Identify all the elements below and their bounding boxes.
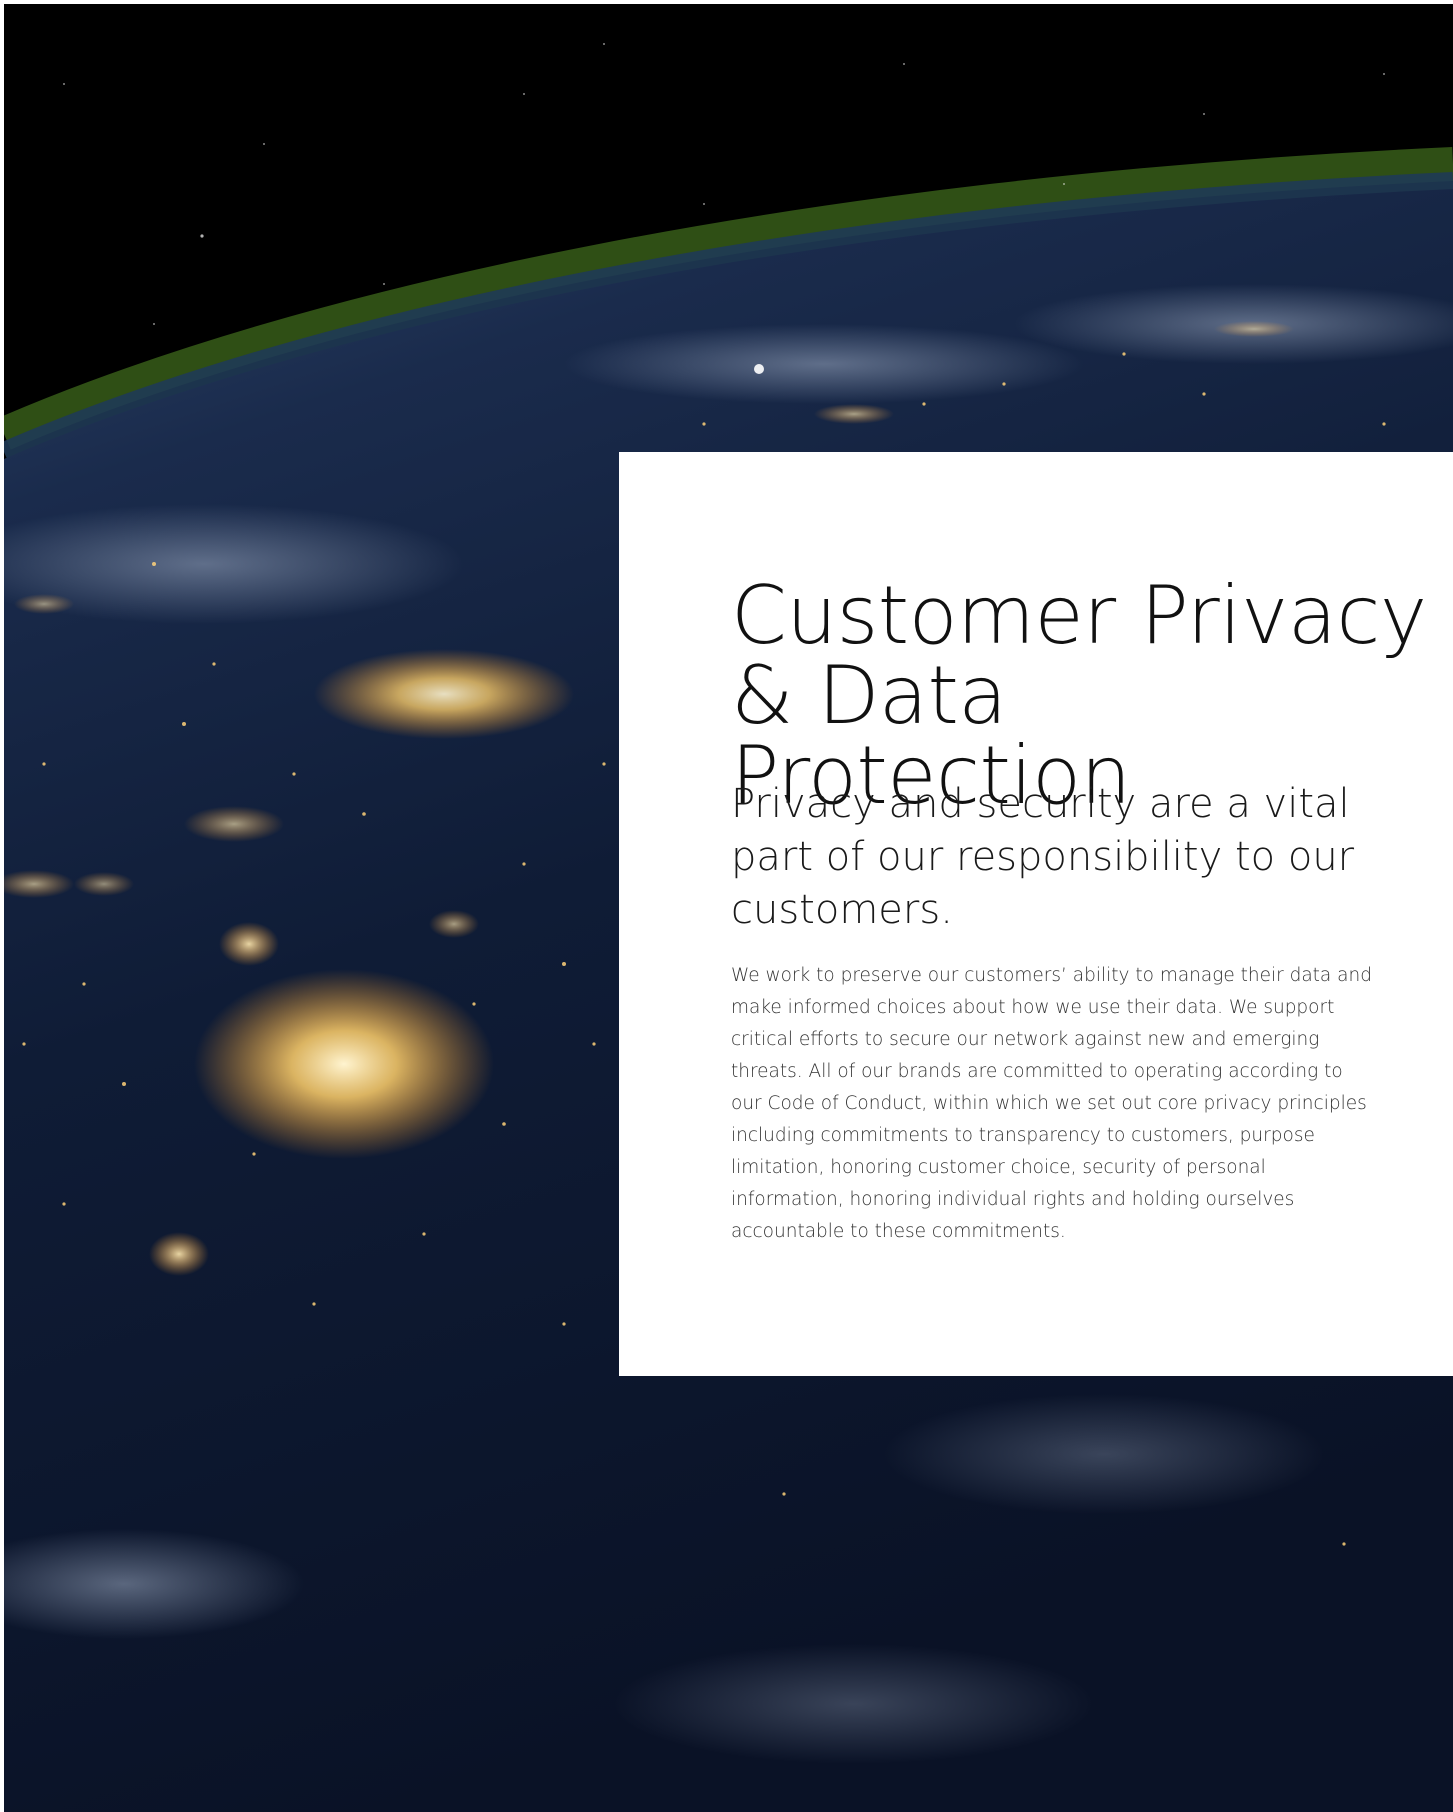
body-paragraph: We work to preserve our customers’ abili… [731, 965, 1372, 1242]
text-panel: Customer Privacy & Data Protection Priva… [619, 452, 1453, 1376]
page: Customer Privacy & Data Protection Priva… [0, 0, 1453, 1812]
subheading: Privacy and security are a vital part of… [731, 781, 1355, 933]
